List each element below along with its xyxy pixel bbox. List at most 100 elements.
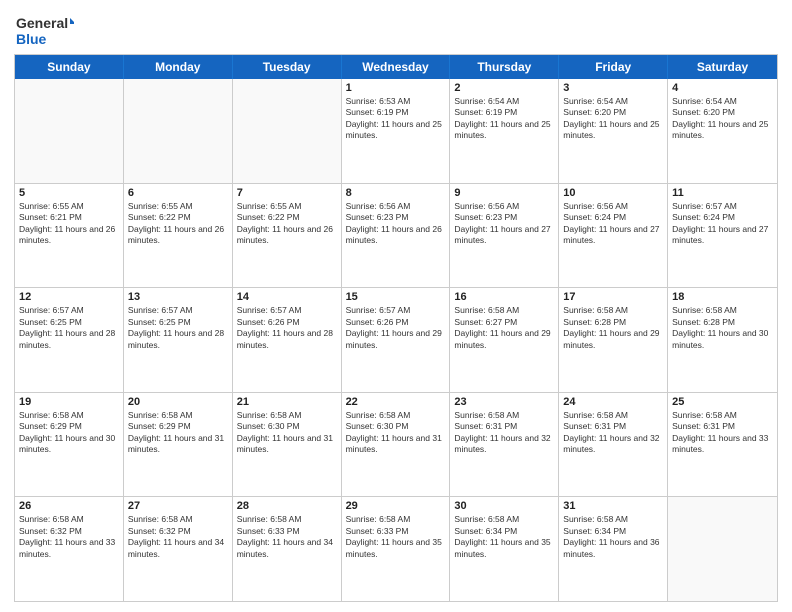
calendar-cell: 6Sunrise: 6:55 AM Sunset: 6:22 PM Daylig… [124,184,233,288]
calendar-cell: 3 Sunrise: 6:54 AM Sunset: 6:20 PM Daylig… [559,79,668,183]
day-number: 10 [563,187,663,199]
day-of-week-header: Wednesday [342,55,451,79]
cell-info: Sunrise: 6:57 AM Sunset: 6:26 PM Dayligh… [346,305,446,351]
day-of-week-header: Tuesday [233,55,342,79]
calendar-cell: 25Sunrise: 6:58 AM Sunset: 6:31 PM Dayli… [668,393,777,497]
cell-info: Sunrise: 6:58 AM Sunset: 6:34 PM Dayligh… [563,514,663,560]
day-number: 9 [454,187,554,199]
day-number: 15 [346,291,446,303]
logo: General Blue [14,10,74,50]
calendar-cell: 22 Sunrise: 6:58 AM Sunset: 6:30 PM Dayli… [342,393,451,497]
cell-info: Sunrise: 6:58 AM Sunset: 6:32 PM Dayligh… [19,514,119,560]
day-number: 13 [128,291,228,303]
calendar-cell: 29 Sunrise: 6:58 AM Sunset: 6:33 PM Dayli… [342,497,451,601]
cell-info: Sunrise: 6:58 AM Sunset: 6:29 PM Dayligh… [19,410,119,456]
calendar-cell: 9 Sunrise: 6:56 AM Sunset: 6:23 PM Daylig… [450,184,559,288]
day-of-week-header: Friday [559,55,668,79]
calendar-cell [668,497,777,601]
calendar-cell: 12 Sunrise: 6:57 AM Sunset: 6:25 PM Dayli… [15,288,124,392]
cell-info: Sunrise: 6:58 AM Sunset: 6:28 PM Dayligh… [563,305,663,351]
day-number: 11 [672,187,773,199]
day-number: 16 [454,291,554,303]
cell-info: Sunrise: 6:57 AM Sunset: 6:26 PM Dayligh… [237,305,337,351]
calendar-cell: 19 Sunrise: 6:58 AM Sunset: 6:29 PM Dayli… [15,393,124,497]
calendar-row: 1 Sunrise: 6:53 AM Sunset: 6:19 PM Daylig… [15,79,777,184]
calendar-cell [233,79,342,183]
cell-info: Sunrise: 6:58 AM Sunset: 6:31 PM Dayligh… [454,410,554,456]
calendar-cell: 26 Sunrise: 6:58 AM Sunset: 6:32 PM Dayli… [15,497,124,601]
cell-info: Sunrise: 6:58 AM Sunset: 6:30 PM Dayligh… [346,410,446,456]
day-number: 14 [237,291,337,303]
calendar-cell: 1 Sunrise: 6:53 AM Sunset: 6:19 PM Daylig… [342,79,451,183]
day-number: 19 [19,396,119,408]
day-number: 26 [19,500,119,512]
calendar-cell [15,79,124,183]
cell-info: Sunrise: 6:55 AM Sunset: 6:22 PM Dayligh… [237,201,337,247]
cell-info: Sunrise: 6:57 AM Sunset: 6:25 PM Dayligh… [128,305,228,351]
calendar-cell: 15 Sunrise: 6:57 AM Sunset: 6:26 PM Dayli… [342,288,451,392]
day-of-week-header: Thursday [450,55,559,79]
cell-info: Sunrise: 6:55 AM Sunset: 6:21 PM Dayligh… [19,201,119,247]
cell-info: Sunrise: 6:58 AM Sunset: 6:28 PM Dayligh… [672,305,773,351]
calendar-cell: 17 Sunrise: 6:58 AM Sunset: 6:28 PM Dayli… [559,288,668,392]
day-of-week-header: Sunday [15,55,124,79]
calendar-cell: 4 Sunrise: 6:54 AM Sunset: 6:20 PM Daylig… [668,79,777,183]
svg-text:Blue: Blue [16,31,47,47]
cell-info: Sunrise: 6:56 AM Sunset: 6:23 PM Dayligh… [346,201,446,247]
calendar-cell: 16Sunrise: 6:58 AM Sunset: 6:27 PM Dayli… [450,288,559,392]
svg-text:General: General [16,15,68,31]
cell-info: Sunrise: 6:58 AM Sunset: 6:32 PM Dayligh… [128,514,228,560]
calendar-header: SundayMondayTuesdayWednesdayThursdayFrid… [15,55,777,79]
cell-info: Sunrise: 6:53 AM Sunset: 6:19 PM Dayligh… [346,96,446,142]
day-of-week-header: Monday [124,55,233,79]
day-number: 22 [346,396,446,408]
calendar-cell: 5Sunrise: 6:55 AM Sunset: 6:21 PM Daylig… [15,184,124,288]
calendar-cell: 23 Sunrise: 6:58 AM Sunset: 6:31 PM Dayli… [450,393,559,497]
calendar: SundayMondayTuesdayWednesdayThursdayFrid… [14,54,778,602]
cell-info: Sunrise: 6:57 AM Sunset: 6:24 PM Dayligh… [672,201,773,247]
day-number: 30 [454,500,554,512]
calendar-cell: 21 Sunrise: 6:58 AM Sunset: 6:30 PM Dayli… [233,393,342,497]
cell-info: Sunrise: 6:56 AM Sunset: 6:23 PM Dayligh… [454,201,554,247]
cell-info: Sunrise: 6:58 AM Sunset: 6:30 PM Dayligh… [237,410,337,456]
day-number: 4 [672,82,773,94]
day-number: 20 [128,396,228,408]
cell-info: Sunrise: 6:54 AM Sunset: 6:20 PM Dayligh… [563,96,663,142]
cell-info: Sunrise: 6:54 AM Sunset: 6:19 PM Dayligh… [454,96,554,142]
calendar-row: 19 Sunrise: 6:58 AM Sunset: 6:29 PM Dayli… [15,393,777,498]
day-number: 23 [454,396,554,408]
cell-info: Sunrise: 6:58 AM Sunset: 6:29 PM Dayligh… [128,410,228,456]
cell-info: Sunrise: 6:56 AM Sunset: 6:24 PM Dayligh… [563,201,663,247]
day-of-week-header: Saturday [668,55,777,79]
day-number: 31 [563,500,663,512]
cell-info: Sunrise: 6:54 AM Sunset: 6:20 PM Dayligh… [672,96,773,142]
day-number: 17 [563,291,663,303]
calendar-cell: 27 Sunrise: 6:58 AM Sunset: 6:32 PM Dayli… [124,497,233,601]
cell-info: Sunrise: 6:57 AM Sunset: 6:25 PM Dayligh… [19,305,119,351]
day-number: 25 [672,396,773,408]
day-number: 3 [563,82,663,94]
cell-info: Sunrise: 6:58 AM Sunset: 6:33 PM Dayligh… [237,514,337,560]
page: General Blue SundayMondayTuesdayWednesda… [0,0,792,612]
calendar-cell: 7Sunrise: 6:55 AM Sunset: 6:22 PM Daylig… [233,184,342,288]
calendar-cell: 24Sunrise: 6:58 AM Sunset: 6:31 PM Dayli… [559,393,668,497]
calendar-cell: 14 Sunrise: 6:57 AM Sunset: 6:26 PM Dayli… [233,288,342,392]
day-number: 24 [563,396,663,408]
day-number: 28 [237,500,337,512]
day-number: 12 [19,291,119,303]
calendar-row: 12 Sunrise: 6:57 AM Sunset: 6:25 PM Dayli… [15,288,777,393]
day-number: 27 [128,500,228,512]
day-number: 29 [346,500,446,512]
day-number: 21 [237,396,337,408]
day-number: 1 [346,82,446,94]
calendar-cell [124,79,233,183]
cell-info: Sunrise: 6:58 AM Sunset: 6:34 PM Dayligh… [454,514,554,560]
calendar-cell: 11 Sunrise: 6:57 AM Sunset: 6:24 PM Dayli… [668,184,777,288]
header: General Blue [14,10,778,50]
calendar-cell: 2Sunrise: 6:54 AM Sunset: 6:19 PM Daylig… [450,79,559,183]
calendar-cell: 31 Sunrise: 6:58 AM Sunset: 6:34 PM Dayli… [559,497,668,601]
cell-info: Sunrise: 6:58 AM Sunset: 6:33 PM Dayligh… [346,514,446,560]
calendar-cell: 10 Sunrise: 6:56 AM Sunset: 6:24 PM Dayli… [559,184,668,288]
calendar-row: 26 Sunrise: 6:58 AM Sunset: 6:32 PM Dayli… [15,497,777,601]
calendar-cell: 20 Sunrise: 6:58 AM Sunset: 6:29 PM Dayli… [124,393,233,497]
